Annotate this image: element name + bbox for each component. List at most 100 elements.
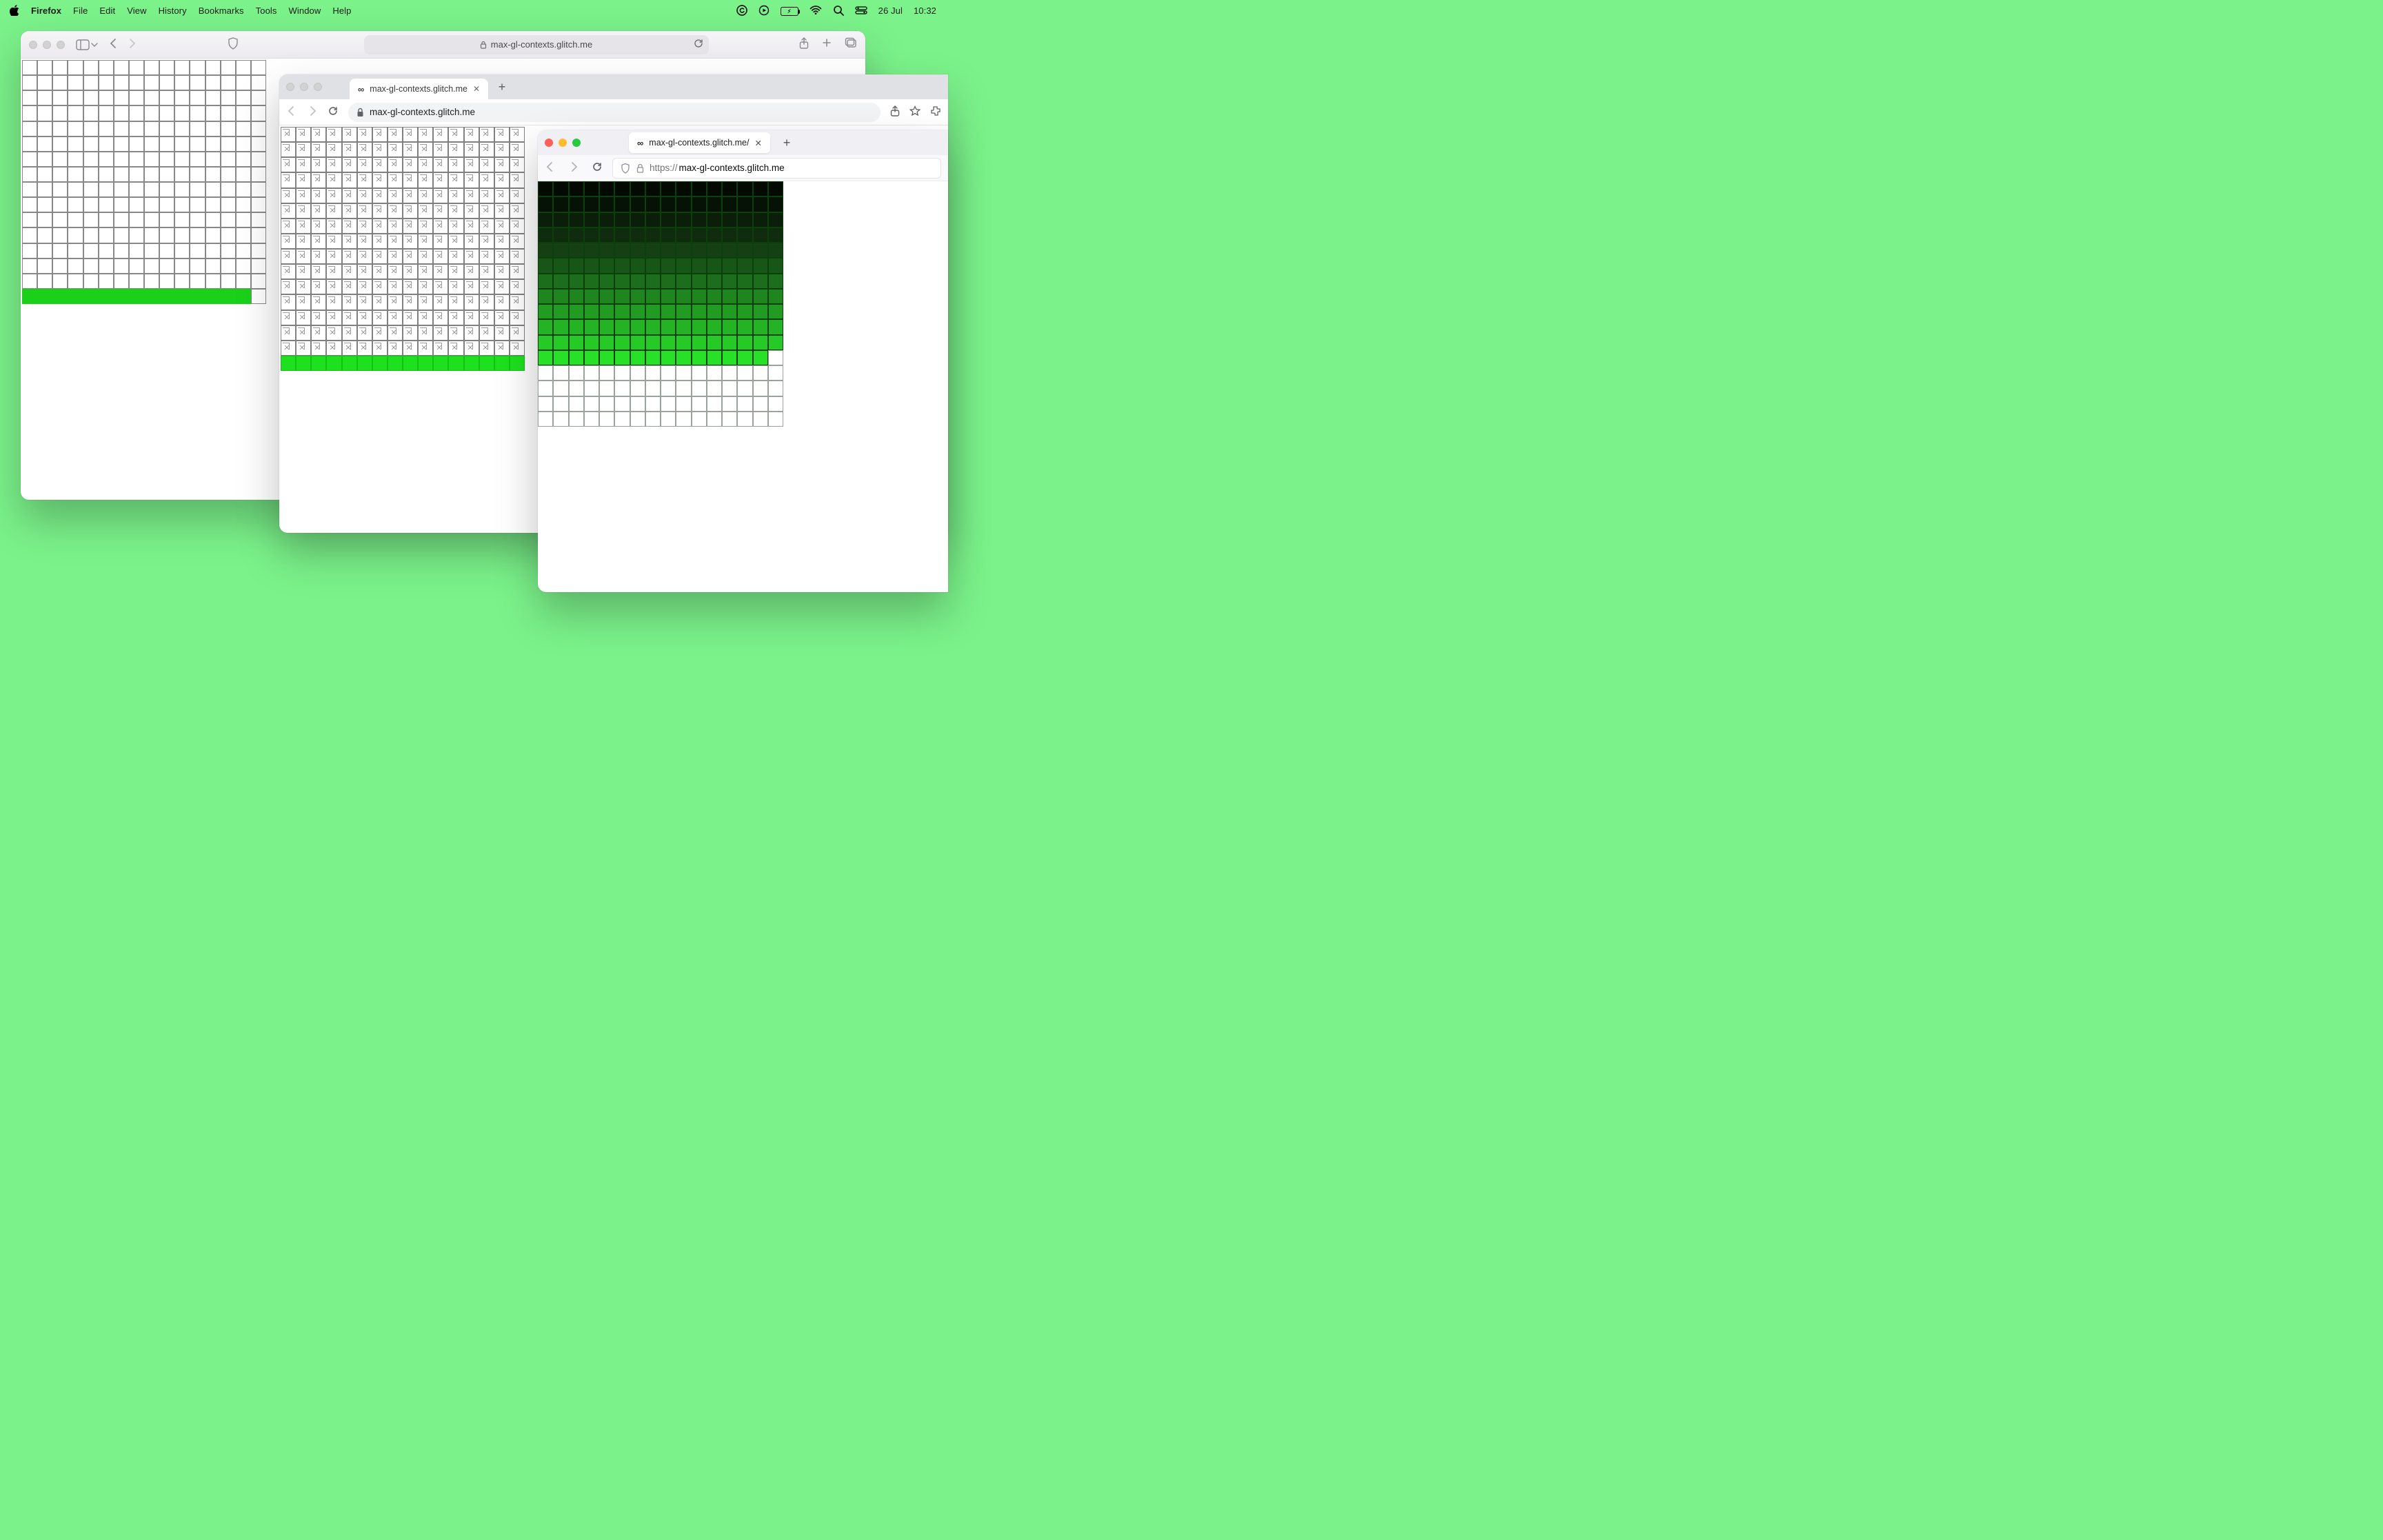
grid-cell [403, 172, 418, 188]
grid-cell [676, 335, 691, 350]
menu-file[interactable]: File [73, 6, 88, 16]
grid-cell [553, 350, 568, 365]
safari-back-button[interactable] [109, 38, 117, 51]
menu-view[interactable]: View [127, 6, 146, 16]
grid-cell [144, 60, 159, 75]
menubar-date[interactable]: 26 Jul [878, 6, 903, 16]
grid-cell [692, 335, 707, 350]
apple-menu-icon[interactable] [10, 5, 19, 16]
menu-help[interactable]: Help [332, 6, 351, 16]
grid-cell [403, 325, 418, 341]
grid-cell [707, 258, 722, 273]
grid-cell [614, 196, 630, 212]
menu-history[interactable]: History [159, 6, 187, 16]
chrome-address-bar[interactable]: max-gl-contexts.glitch.me [348, 103, 881, 122]
grid-cell [342, 325, 357, 341]
grid-cell [538, 258, 553, 273]
grid-cell [37, 105, 52, 121]
grid-cell [707, 365, 722, 381]
safari-address-bar[interactable]: max-gl-contexts.glitch.me [364, 35, 709, 54]
spotlight-icon[interactable] [833, 5, 844, 16]
grid-cell [737, 396, 752, 412]
safari-share-icon[interactable] [799, 37, 809, 52]
grid-cell [388, 356, 403, 371]
menu-bookmarks[interactable]: Bookmarks [199, 6, 244, 16]
grid-cell [737, 196, 752, 212]
safari-newtab-icon[interactable] [821, 37, 832, 52]
chrome-extensions-icon[interactable] [930, 105, 941, 119]
firefox-reload-button[interactable] [592, 161, 603, 174]
menu-window[interactable]: Window [289, 6, 321, 16]
firefox-address-bar[interactable]: https://max-gl-contexts.glitch.me [612, 158, 941, 179]
grid-cell [388, 294, 403, 310]
grid-cell [768, 181, 783, 196]
chrome-share-icon[interactable] [890, 105, 900, 119]
grid-cell [510, 341, 525, 356]
active-app-name[interactable]: Firefox [31, 6, 61, 16]
grid-cell [722, 289, 737, 304]
wifi-icon[interactable] [810, 6, 822, 15]
firefox-window-controls[interactable] [545, 139, 622, 147]
screenrec-icon[interactable] [758, 5, 770, 16]
safari-forward-button[interactable] [128, 38, 137, 51]
grid-cell [433, 279, 448, 294]
grid-cell [37, 274, 52, 289]
grid-cell [326, 279, 341, 294]
grid-cell [22, 60, 37, 75]
menubar-time[interactable]: 10:32 [914, 6, 936, 16]
safari-sidebar-toggle[interactable] [76, 39, 98, 50]
grid-cell [68, 167, 83, 182]
grid-cell [190, 243, 205, 259]
grid-cell [599, 181, 614, 196]
grid-cell [510, 188, 525, 203]
close-icon[interactable]: ✕ [754, 138, 761, 148]
grid-cell [768, 304, 783, 319]
chrome-newtab-button[interactable]: + [492, 77, 512, 97]
chrome-reload-button[interactable] [328, 105, 339, 119]
grid-cell [251, 227, 266, 243]
chrome-window-controls[interactable] [286, 83, 350, 91]
safari-window-controls[interactable] [29, 41, 65, 49]
safari-reload-icon[interactable] [694, 39, 703, 50]
close-icon[interactable]: ✕ [473, 84, 480, 94]
safari-taboverview-icon[interactable] [845, 37, 857, 52]
menu-tools[interactable]: Tools [256, 6, 277, 16]
grid-cell [553, 396, 568, 412]
grid-cell [753, 274, 768, 289]
grid-cell [584, 304, 599, 319]
grid-cell [22, 182, 37, 197]
grid-cell [99, 136, 114, 152]
grid-cell [630, 181, 645, 196]
grid-cell [251, 167, 266, 182]
grid-cell [22, 289, 37, 304]
grid-cell [357, 310, 372, 325]
chrome-forward-button[interactable] [307, 105, 318, 119]
firefox-tab-active[interactable]: ∞ max-gl-contexts.glitch.me/ ✕ [629, 132, 770, 153]
grid-cell [190, 60, 205, 75]
grid-cell [99, 60, 114, 75]
grid-cell [311, 219, 326, 234]
safari-shield-icon[interactable] [228, 37, 239, 52]
firefox-forward-button[interactable] [568, 161, 579, 174]
grid-cell [296, 341, 311, 356]
grid-cell [448, 264, 463, 279]
chrome-tab-active[interactable]: ∞ max-gl-contexts.glitch.me ✕ [350, 79, 488, 99]
grid-cell [37, 90, 52, 105]
control-center-icon[interactable] [855, 6, 867, 14]
chrome-bookmark-icon[interactable] [909, 105, 921, 119]
grid-cell [326, 203, 341, 219]
grid-cell [357, 264, 372, 279]
grid-cell [433, 325, 448, 341]
menu-edit[interactable]: Edit [99, 6, 115, 16]
grid-cell [768, 365, 783, 381]
grid-cell [553, 412, 568, 427]
firefox-newtab-button[interactable]: + [777, 133, 796, 152]
chrome-back-button[interactable] [286, 105, 297, 119]
grid-cell [357, 203, 372, 219]
grid-cell [630, 227, 645, 243]
grammarly-icon[interactable] [736, 5, 747, 16]
grid-cell [692, 258, 707, 273]
grid-cell [569, 181, 584, 196]
firefox-back-button[interactable] [545, 161, 556, 174]
battery-icon[interactable]: ⚡︎ [781, 5, 798, 16]
